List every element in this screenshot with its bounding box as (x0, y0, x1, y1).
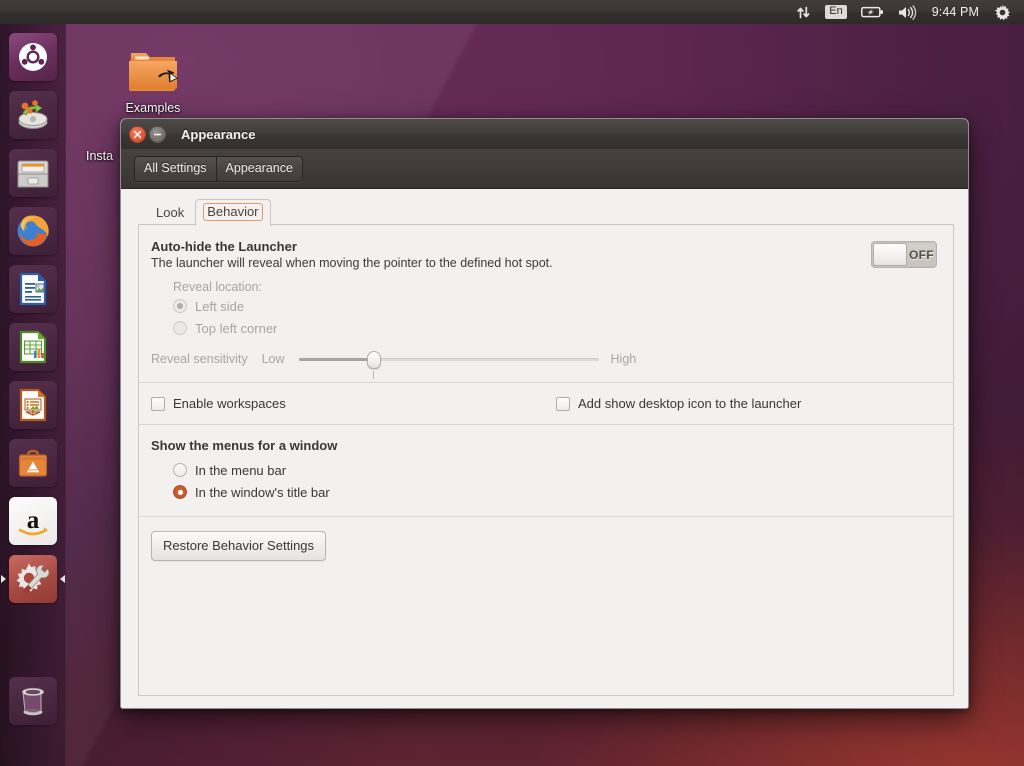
launcher-item-system-settings[interactable] (0, 550, 66, 608)
reveal-location-label: Reveal location: (173, 280, 262, 294)
autohide-title: Auto-hide the Launcher (151, 239, 297, 254)
slider-fill (298, 358, 374, 361)
battery-icon[interactable] (854, 0, 891, 24)
focused-indicator-right-icon (60, 575, 65, 583)
panel-indicator-area: En 9:44 PM (789, 0, 1024, 24)
minimize-button[interactable] (149, 125, 166, 143)
files-icon (9, 149, 57, 197)
radio-label: In the window's title bar (195, 484, 330, 500)
close-button[interactable] (129, 125, 146, 143)
volume-icon[interactable] (891, 0, 924, 24)
toggle-state-label: OFF (909, 247, 934, 262)
desktop: En 9:44 PM a Examples Insta Appearance A… (0, 0, 1024, 766)
gear-icon[interactable] (987, 0, 1018, 24)
radio-indicator (173, 299, 187, 313)
launcher-item-libreoffice-writer[interactable] (0, 260, 66, 318)
launcher-item-firefox[interactable] (0, 202, 66, 260)
tab-strip: Look Behavior (138, 199, 954, 226)
window-body: Look Behavior Auto-hide the Launcher The… (121, 189, 968, 708)
slider-handle[interactable] (366, 351, 381, 369)
ubuntu-software-center-icon (9, 439, 57, 487)
toolbar-button-group: All Settings Appearance (134, 155, 303, 182)
desktop-icon-examples[interactable]: Examples (106, 44, 200, 115)
checkbox-add-show-desktop-icon[interactable]: Add show desktop icon to the launcher (556, 396, 801, 411)
window-toolbar: All Settings Appearance (121, 149, 968, 189)
tab-behavior-label: Behavior (203, 203, 263, 221)
unity-launcher: a (0, 24, 66, 766)
appearance-window: Appearance All Settings Appearance Look … (120, 118, 969, 709)
restore-behavior-settings-button[interactable]: Restore Behavior Settings (151, 531, 327, 561)
libreoffice-writer-icon (9, 265, 57, 313)
checkbox-section: Enable workspaces Add show desktop icon … (139, 383, 953, 424)
checkbox-enable-workspaces[interactable]: Enable workspaces (151, 396, 556, 411)
reveal-sensitivity-slider[interactable] (298, 348, 599, 379)
radio-reveal-top-left-corner[interactable]: Top left corner (173, 317, 937, 339)
libreoffice-impress-icon (9, 381, 57, 429)
examples-folder-icon (125, 44, 181, 96)
menus-section: Show the menus for a window In the menu … (139, 425, 953, 516)
checkbox-label: Add show desktop icon to the launcher (578, 396, 802, 411)
checkbox-indicator (151, 396, 165, 411)
reveal-sensitivity-label: Reveal sensitivity (151, 352, 248, 366)
radio-reveal-left-side[interactable]: Left side (173, 295, 937, 317)
reveal-sensitivity-row: Reveal sensitivity Low High (151, 348, 937, 379)
amazon-icon: a (9, 497, 57, 545)
launcher-item-trash[interactable] (0, 672, 66, 730)
radio-label: Top left corner (195, 320, 278, 336)
launcher-item-files[interactable] (0, 144, 66, 202)
toggle-knob (873, 243, 907, 266)
slider-tick-mark (372, 371, 374, 379)
launcher-item-ubuntu-software-center[interactable] (0, 434, 66, 492)
svg-text:a: a (27, 507, 40, 534)
autohide-toggle-switch[interactable]: OFF (871, 241, 937, 268)
restore-section: Restore Behavior Settings (139, 517, 953, 575)
launcher-item-amazon[interactable]: a (0, 492, 66, 550)
top-panel: En 9:44 PM (0, 0, 1024, 24)
trash-icon (9, 677, 57, 725)
autohide-description: The launcher will reveal when moving the… (151, 256, 553, 270)
firefox-icon (9, 207, 57, 255)
tab-behavior[interactable]: Behavior (195, 199, 271, 226)
clock[interactable]: 9:44 PM (924, 5, 987, 19)
launcher-item-ubuntu-dash[interactable] (0, 28, 66, 86)
launcher-item-libreoffice-calc[interactable] (0, 318, 66, 376)
checkbox-indicator (556, 396, 570, 411)
launcher-item-install-ubuntu[interactable] (0, 86, 66, 144)
launcher-item-libreoffice-impress[interactable] (0, 376, 66, 434)
radio-label: In the menu bar (195, 462, 287, 478)
behavior-panel: Auto-hide the Launcher The launcher will… (138, 225, 954, 696)
radio-in-the-menu-bar[interactable]: In the menu bar (173, 459, 937, 481)
ubuntu-dash-icon (9, 33, 57, 81)
desktop-icon-label-install: Insta (86, 149, 114, 163)
appearance-button[interactable]: Appearance (215, 155, 303, 182)
radio-indicator (173, 321, 187, 335)
radio-label: Left side (195, 298, 245, 314)
install-ubuntu-icon (9, 91, 57, 139)
tab-look[interactable]: Look (145, 200, 195, 225)
keyboard-layout-indicator[interactable]: En (818, 0, 853, 24)
radio-indicator-selected (173, 485, 187, 499)
autohide-section: Auto-hide the Launcher The launcher will… (139, 225, 953, 382)
sensitivity-low-label: Low (261, 352, 285, 366)
window-titlebar[interactable]: Appearance (121, 119, 968, 149)
radio-indicator (173, 463, 187, 477)
checkbox-label: Enable workspaces (173, 396, 286, 411)
network-transfer-icon[interactable] (789, 0, 818, 24)
running-indicator-left-icon (1, 575, 6, 583)
libreoffice-calc-icon (9, 323, 57, 371)
sensitivity-high-label: High (610, 352, 637, 366)
desktop-icon-label: Examples (125, 101, 181, 115)
system-settings-icon (9, 555, 57, 603)
window-title: Appearance (181, 126, 256, 142)
menus-title: Show the menus for a window (151, 438, 338, 453)
radio-in-the-windows-title-bar[interactable]: In the window's title bar (173, 481, 937, 503)
keyboard-layout-label: En (825, 5, 847, 19)
all-settings-button[interactable]: All Settings (134, 155, 216, 182)
